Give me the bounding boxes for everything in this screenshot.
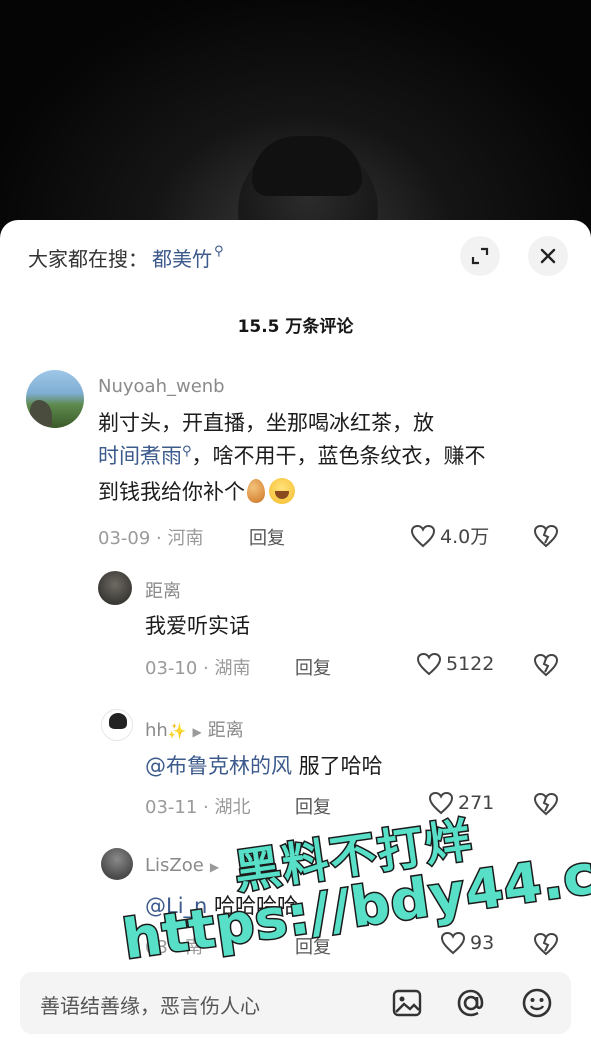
image-icon[interactable] bbox=[390, 986, 424, 1020]
dislike-icon[interactable] bbox=[533, 524, 559, 548]
heart-icon bbox=[428, 791, 454, 815]
avatar[interactable] bbox=[98, 571, 132, 605]
sparkle-icon: ✨ bbox=[167, 722, 187, 740]
reply-arrow-icon: ▶ bbox=[192, 725, 202, 739]
reply-text-fragment: 哈哈哈哈 bbox=[207, 894, 299, 918]
comment-text-fragment: 到钱我给你补个 bbox=[98, 480, 245, 504]
comment-count: 15.5 万条评论 bbox=[237, 317, 354, 337]
comment-text-fragment: ，啥不用干，蓝色条纹衣，赚不 bbox=[191, 444, 486, 468]
reply-header: LisZoe ▶ bbox=[145, 855, 225, 876]
comment-location: 河南 bbox=[167, 528, 204, 549]
expand-button[interactable] bbox=[460, 236, 500, 276]
comment-text-line: 到钱我给你补个 bbox=[98, 476, 578, 509]
like-count: 4.0万 bbox=[440, 526, 490, 548]
comment-text-line: 时间煮雨⚲，啥不用干，蓝色条纹衣，赚不 bbox=[98, 440, 578, 476]
reply-username[interactable]: 距离 bbox=[145, 577, 181, 603]
heart-icon bbox=[440, 931, 466, 955]
search-suggestion-term[interactable]: 都美竹 bbox=[152, 243, 212, 272]
heart-icon bbox=[416, 652, 442, 676]
reply-button[interactable]: 回复 bbox=[295, 793, 331, 819]
reply-meta: 03 · 南 bbox=[145, 937, 204, 958]
mention-link[interactable]: @Li_n bbox=[145, 894, 207, 918]
like-button[interactable]: 93 bbox=[440, 931, 494, 955]
dislike-icon[interactable] bbox=[533, 653, 559, 677]
comment-input-bar[interactable]: 善语结善缘，恶言伤人心 bbox=[20, 972, 571, 1034]
reply-text[interactable]: @Li_n 哈哈哈哈 bbox=[145, 890, 298, 923]
video-person-hair bbox=[252, 136, 362, 196]
reply-text[interactable]: @布鲁克林的风 服了哈哈 bbox=[145, 750, 383, 783]
mention-link[interactable]: @布鲁克林的风 bbox=[145, 754, 292, 778]
dislike-icon[interactable] bbox=[533, 932, 559, 956]
comment-text[interactable]: 剃寸头，开直播，坐那喝冰红茶，放 时间煮雨⚲，啥不用干，蓝色条纹衣，赚不 到钱我… bbox=[98, 407, 578, 509]
search-icon: ⚲ bbox=[214, 243, 224, 259]
topic-link[interactable]: 时间煮雨 bbox=[98, 444, 182, 468]
grin-sweat-emoji-icon bbox=[269, 478, 295, 504]
reply-username[interactable]: LisZoe bbox=[145, 855, 204, 876]
emoji-icon[interactable] bbox=[520, 986, 554, 1020]
dislike-icon[interactable] bbox=[533, 792, 559, 816]
reply-arrow-icon: ▶ bbox=[209, 860, 220, 874]
egg-emoji-icon bbox=[247, 479, 265, 503]
reply-meta: 03-11 · 湖北 bbox=[145, 797, 251, 818]
like-button[interactable]: 271 bbox=[428, 791, 494, 815]
avatar[interactable] bbox=[26, 370, 84, 428]
reply-header: hh✨ ▶ 距离 bbox=[145, 716, 244, 742]
comment-meta: 03-09 · 河南 bbox=[98, 528, 204, 549]
reply-username[interactable]: hh bbox=[145, 720, 168, 741]
like-button[interactable]: 5122 bbox=[416, 652, 494, 676]
close-icon bbox=[540, 248, 556, 264]
search-suggestion-prefix: 大家都在搜： bbox=[28, 246, 148, 271]
search-suggestion[interactable]: 大家都在搜： 都美竹 ⚲ bbox=[28, 242, 224, 272]
reply-target-username[interactable]: 距离 bbox=[208, 720, 244, 741]
reply-text-fragment: 服了哈哈 bbox=[292, 754, 383, 778]
comment-input[interactable]: 善语结善缘，恶言伤人心 bbox=[40, 990, 260, 1019]
reply-text[interactable]: 我爱听实话 bbox=[145, 610, 250, 643]
search-icon: ⚲ bbox=[182, 444, 192, 459]
reply-button[interactable]: 回复 bbox=[249, 524, 285, 550]
like-count: 271 bbox=[458, 792, 495, 814]
comment-date: 03-09 bbox=[98, 528, 151, 549]
reply-date: 03-10 bbox=[145, 658, 198, 679]
avatar[interactable] bbox=[101, 709, 133, 741]
like-button[interactable]: 4.0万 bbox=[410, 522, 489, 549]
expand-icon bbox=[471, 247, 489, 265]
like-count: 5122 bbox=[446, 653, 495, 675]
reply-meta: 03-10 · 湖南 bbox=[145, 658, 251, 679]
reply-location: 湖北 bbox=[214, 797, 251, 818]
reply-location: 湖南 bbox=[214, 658, 251, 679]
reply-date: 03 bbox=[145, 937, 168, 958]
comment-username[interactable]: Nuyoah_wenb bbox=[98, 376, 225, 397]
reply-location: 南 bbox=[185, 937, 204, 958]
reply-date: 03-11 bbox=[145, 797, 198, 818]
reply-button[interactable]: 回复 bbox=[295, 933, 331, 959]
avatar[interactable] bbox=[101, 848, 133, 880]
comments-sheet: 大家都在搜： 都美竹 ⚲ 15.5 万条评论 Nuyoah_wenb 剃寸头，开… bbox=[0, 220, 591, 1053]
close-button[interactable] bbox=[528, 236, 568, 276]
heart-icon bbox=[410, 524, 436, 547]
comment-text-line: 剃寸头，开直播，坐那喝冰红茶，放 bbox=[98, 411, 434, 435]
video-background[interactable] bbox=[0, 0, 591, 240]
reply-button[interactable]: 回复 bbox=[295, 654, 331, 680]
like-count: 93 bbox=[470, 932, 495, 954]
at-icon[interactable] bbox=[454, 986, 488, 1020]
